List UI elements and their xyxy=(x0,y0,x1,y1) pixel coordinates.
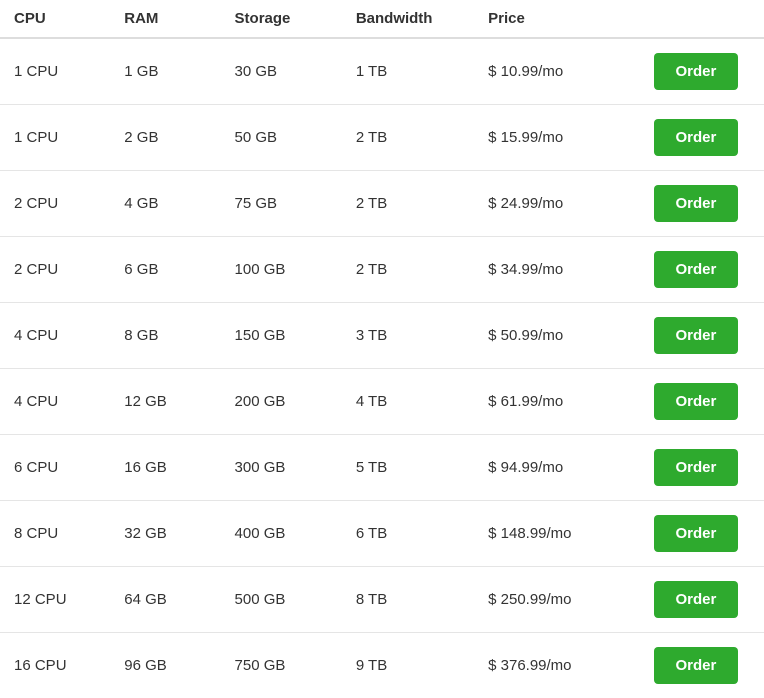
cell-cpu: 2 CPU xyxy=(0,171,110,237)
cell-ram: 96 GB xyxy=(110,633,220,698)
cell-storage: 200 GB xyxy=(221,369,342,435)
header-price: Price xyxy=(474,0,639,38)
cell-storage: 500 GB xyxy=(221,567,342,633)
order-button[interactable]: Order xyxy=(654,647,739,684)
cell-cpu: 4 CPU xyxy=(0,303,110,369)
cell-bandwidth: 5 TB xyxy=(342,435,474,501)
cell-ram: 6 GB xyxy=(110,237,220,303)
cell-action: Order xyxy=(640,105,764,171)
cell-bandwidth: 2 TB xyxy=(342,171,474,237)
cell-action: Order xyxy=(640,369,764,435)
cell-cpu: 12 CPU xyxy=(0,567,110,633)
cell-bandwidth: 2 TB xyxy=(342,237,474,303)
table-row: 16 CPU96 GB750 GB9 TB$ 376.99/mo Order xyxy=(0,633,764,698)
cell-bandwidth: 1 TB xyxy=(342,38,474,105)
pricing-table: CPU RAM Storage Bandwidth Price 1 CPU1 G… xyxy=(0,0,764,698)
cell-ram: 2 GB xyxy=(110,105,220,171)
cell-cpu: 4 CPU xyxy=(0,369,110,435)
cell-price: $ 61.99/mo xyxy=(474,369,639,435)
cell-price: $ 50.99/mo xyxy=(474,303,639,369)
cell-cpu: 8 CPU xyxy=(0,501,110,567)
cell-ram: 8 GB xyxy=(110,303,220,369)
table-header-row: CPU RAM Storage Bandwidth Price xyxy=(0,0,764,38)
header-cpu: CPU xyxy=(0,0,110,38)
cell-action: Order xyxy=(640,237,764,303)
pricing-table-container: CPU RAM Storage Bandwidth Price 1 CPU1 G… xyxy=(0,0,764,698)
order-button[interactable]: Order xyxy=(654,449,739,486)
cell-action: Order xyxy=(640,38,764,105)
table-row: 2 CPU6 GB100 GB2 TB$ 34.99/mo Order xyxy=(0,237,764,303)
order-button[interactable]: Order xyxy=(654,383,739,420)
order-button[interactable]: Order xyxy=(654,185,739,222)
table-row: 6 CPU16 GB300 GB5 TB$ 94.99/mo Order xyxy=(0,435,764,501)
table-row: 2 CPU4 GB75 GB2 TB$ 24.99/mo Order xyxy=(0,171,764,237)
cell-bandwidth: 2 TB xyxy=(342,105,474,171)
cell-price: $ 94.99/mo xyxy=(474,435,639,501)
cell-storage: 750 GB xyxy=(221,633,342,698)
order-button[interactable]: Order xyxy=(654,251,739,288)
cell-ram: 4 GB xyxy=(110,171,220,237)
cell-action: Order xyxy=(640,435,764,501)
cell-action: Order xyxy=(640,567,764,633)
cell-cpu: 2 CPU xyxy=(0,237,110,303)
cell-price: $ 24.99/mo xyxy=(474,171,639,237)
cell-storage: 50 GB xyxy=(221,105,342,171)
cell-cpu: 1 CPU xyxy=(0,38,110,105)
cell-bandwidth: 3 TB xyxy=(342,303,474,369)
table-row: 4 CPU12 GB200 GB4 TB$ 61.99/mo Order xyxy=(0,369,764,435)
cell-price: $ 250.99/mo xyxy=(474,567,639,633)
cell-ram: 32 GB xyxy=(110,501,220,567)
order-button[interactable]: Order xyxy=(654,515,739,552)
cell-bandwidth: 9 TB xyxy=(342,633,474,698)
header-storage: Storage xyxy=(221,0,342,38)
cell-price: $ 148.99/mo xyxy=(474,501,639,567)
cell-price: $ 376.99/mo xyxy=(474,633,639,698)
table-row: 12 CPU64 GB500 GB8 TB$ 250.99/mo Order xyxy=(0,567,764,633)
cell-bandwidth: 4 TB xyxy=(342,369,474,435)
cell-price: $ 15.99/mo xyxy=(474,105,639,171)
cell-cpu: 16 CPU xyxy=(0,633,110,698)
cell-storage: 30 GB xyxy=(221,38,342,105)
cell-ram: 12 GB xyxy=(110,369,220,435)
table-row: 1 CPU2 GB50 GB2 TB$ 15.99/mo Order xyxy=(0,105,764,171)
cell-ram: 64 GB xyxy=(110,567,220,633)
table-row: 1 CPU1 GB30 GB1 TB$ 10.99/mo Order xyxy=(0,38,764,105)
cell-storage: 300 GB xyxy=(221,435,342,501)
header-bandwidth: Bandwidth xyxy=(342,0,474,38)
header-action xyxy=(640,0,764,38)
table-row: 4 CPU8 GB150 GB3 TB$ 50.99/mo Order xyxy=(0,303,764,369)
cell-cpu: 1 CPU xyxy=(0,105,110,171)
cell-action: Order xyxy=(640,303,764,369)
cell-bandwidth: 8 TB xyxy=(342,567,474,633)
cell-cpu: 6 CPU xyxy=(0,435,110,501)
cell-bandwidth: 6 TB xyxy=(342,501,474,567)
cell-action: Order xyxy=(640,633,764,698)
cell-storage: 400 GB xyxy=(221,501,342,567)
order-button[interactable]: Order xyxy=(654,581,739,618)
header-ram: RAM xyxy=(110,0,220,38)
cell-ram: 16 GB xyxy=(110,435,220,501)
order-button[interactable]: Order xyxy=(654,119,739,156)
cell-price: $ 34.99/mo xyxy=(474,237,639,303)
cell-storage: 75 GB xyxy=(221,171,342,237)
cell-storage: 100 GB xyxy=(221,237,342,303)
cell-ram: 1 GB xyxy=(110,38,220,105)
cell-action: Order xyxy=(640,171,764,237)
table-row: 8 CPU32 GB400 GB6 TB$ 148.99/mo Order xyxy=(0,501,764,567)
order-button[interactable]: Order xyxy=(654,317,739,354)
cell-price: $ 10.99/mo xyxy=(474,38,639,105)
cell-action: Order xyxy=(640,501,764,567)
cell-storage: 150 GB xyxy=(221,303,342,369)
order-button[interactable]: Order xyxy=(654,53,739,90)
